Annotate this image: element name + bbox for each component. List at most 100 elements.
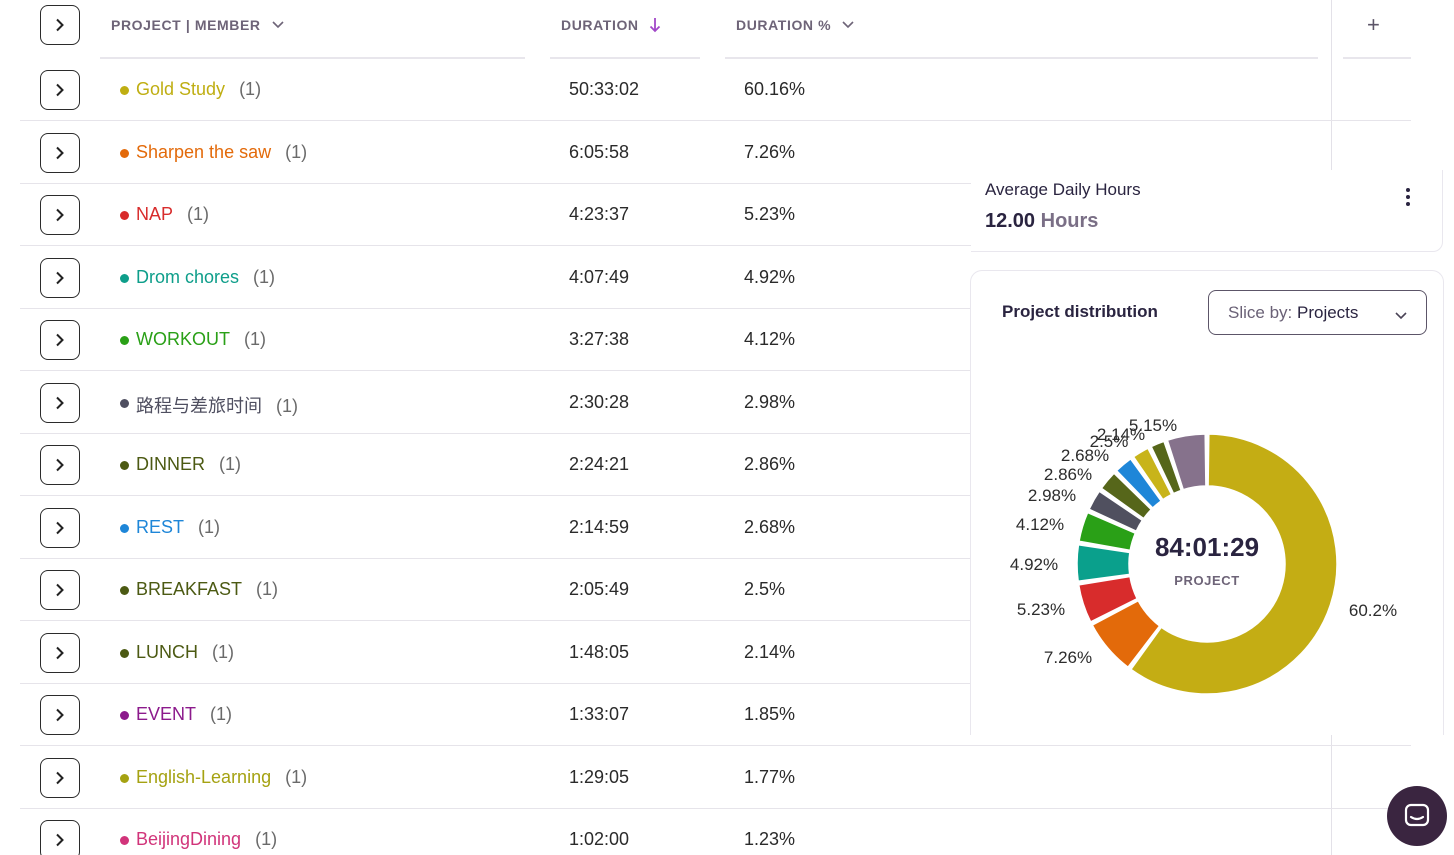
duration-cell: 1:33:07 [569,704,630,724]
chevron-right-icon [56,18,64,32]
expand-row-button[interactable] [40,70,80,110]
project-color-dot [120,273,129,283]
chevron-right-icon [56,833,64,847]
duration-cell: 4:07:49 [569,266,630,287]
project-color-dot [120,836,129,845]
chevron-right-icon [56,771,64,784]
column-duration-pct-label: DURATION % [736,17,832,33]
member-count: (1) [276,395,298,416]
member-count: (1) [219,454,242,474]
duration-pct-cell: 7.26% [744,141,796,162]
project-color-dot [120,211,129,220]
expand-row-button[interactable] [40,820,80,855]
duration-pct-cell: 4.92% [744,266,796,287]
project-name[interactable]: BeijingDining (1) [136,829,277,850]
member-count: (1) [187,204,210,224]
project-name[interactable]: DINNER (1) [136,454,241,475]
average-daily-hours-card: Average Daily Hours 12.00 Hours [971,170,1443,252]
sort-desc-arrow-icon[interactable] [649,17,661,33]
expand-all-button[interactable] [40,5,80,45]
expand-row-button[interactable] [40,382,80,423]
expand-row-button[interactable] [40,695,80,735]
chat-launcher-button[interactable] [1387,786,1447,846]
project-name[interactable]: BREAKFAST (1) [136,579,278,600]
slice-label: 2.98% [1028,486,1076,505]
more-options-icon[interactable] [1406,188,1412,208]
project-color-dot [120,586,129,595]
duration-cell: 1:02:00 [569,829,630,849]
expand-row-button[interactable] [40,320,80,360]
project-name[interactable]: LUNCH (1) [136,642,234,663]
duration-cell: 50:33:02 [569,79,640,99]
slice-label: 5.15% [1129,416,1177,435]
project-name-text: DINNER [136,454,206,474]
slice-label: 5.23% [1017,600,1065,619]
project-name[interactable]: Gold Study (1) [136,79,261,100]
project-name-text: LUNCH [136,641,199,662]
project-name[interactable]: 路程与差旅时间 (1) [136,392,298,418]
duration-pct-cell: 2.14% [744,641,796,662]
chevron-right-icon [56,583,64,597]
chevron-down-icon[interactable] [271,20,285,30]
column-duration[interactable]: DURATION [561,17,661,33]
project-color-dot [120,648,129,658]
member-count: (1) [256,579,279,599]
project-name[interactable]: NAP (1) [136,204,209,225]
expand-row-button[interactable] [40,632,80,673]
donut-center-value: 84:01:29 [1155,532,1259,562]
project-name[interactable]: WORKOUT (1) [136,329,266,350]
expand-row-button[interactable] [40,257,80,298]
project-name[interactable]: EVENT (1) [136,704,232,725]
add-column-button[interactable]: + [1367,12,1380,38]
chevron-right-icon [56,83,64,97]
project-name-text: BeijingDining [136,829,242,849]
member-count: (1) [198,516,221,537]
duration-pct-cell: 4.12% [744,329,796,349]
expand-row-button[interactable] [40,570,80,610]
project-name[interactable]: REST (1) [136,517,220,538]
duration-pct-cell: 2.98% [744,391,796,412]
table-row[interactable]: Gold Study (1) 50:33:02 60.16% [20,59,1411,121]
member-count: (1) [212,641,235,662]
column-duration-pct[interactable]: DURATION % [736,17,855,33]
duration-cell: 6:05:58 [569,141,630,162]
duration-cell: 2:14:59 [569,516,630,537]
slice-label: 7.26% [1044,648,1092,667]
duration-cell: 4:23:37 [569,204,630,224]
duration-cell: 2:05:49 [569,579,630,599]
table-row[interactable]: English-Learning (1) 1:29:05 1.77% [20,747,1411,809]
member-count: (1) [285,141,308,162]
expand-row-button[interactable] [40,507,80,548]
project-name[interactable]: English-Learning (1) [136,767,307,788]
member-count: (1) [255,829,278,849]
duration-cell: 1:48:05 [569,641,630,662]
project-name-text: 路程与差旅时间 [136,395,262,416]
member-count: (1) [285,766,308,787]
hours-unit: Hours [1040,210,1099,232]
project-name-text: NAP [136,204,174,224]
duration-pct-cell: 5.23% [744,204,796,224]
project-name[interactable]: Drom chores (1) [136,267,275,288]
member-count: (1) [253,266,276,287]
table-row[interactable]: BeijingDining (1) 1:02:00 1.23% [20,809,1411,855]
chevron-right-icon [56,271,64,284]
chevron-right-icon [56,458,64,472]
project-color-dot [120,148,129,158]
donut-slice[interactable] [1076,544,1131,582]
slice-label: 60.2% [1349,601,1397,620]
duration-pct-cell: 2.5% [744,579,786,599]
chevron-down-icon[interactable] [841,20,855,30]
member-count: (1) [239,79,262,99]
chevron-right-icon [56,646,64,659]
slice-label: 4.12% [1016,515,1064,534]
project-name-text: BREAKFAST [136,579,243,599]
donut-chart: 60.2%7.26%5.23%4.92%4.12%2.98%2.86%2.68%… [1010,416,1397,695]
column-project-member[interactable]: PROJECT | MEMBER [111,17,285,33]
chevron-right-icon [56,208,64,222]
donut-slice[interactable] [1130,433,1338,695]
expand-row-button[interactable] [40,195,80,235]
project-name[interactable]: Sharpen the saw (1) [136,142,307,163]
expand-row-button[interactable] [40,132,80,173]
expand-row-button[interactable] [40,757,80,798]
expand-row-button[interactable] [40,445,80,485]
